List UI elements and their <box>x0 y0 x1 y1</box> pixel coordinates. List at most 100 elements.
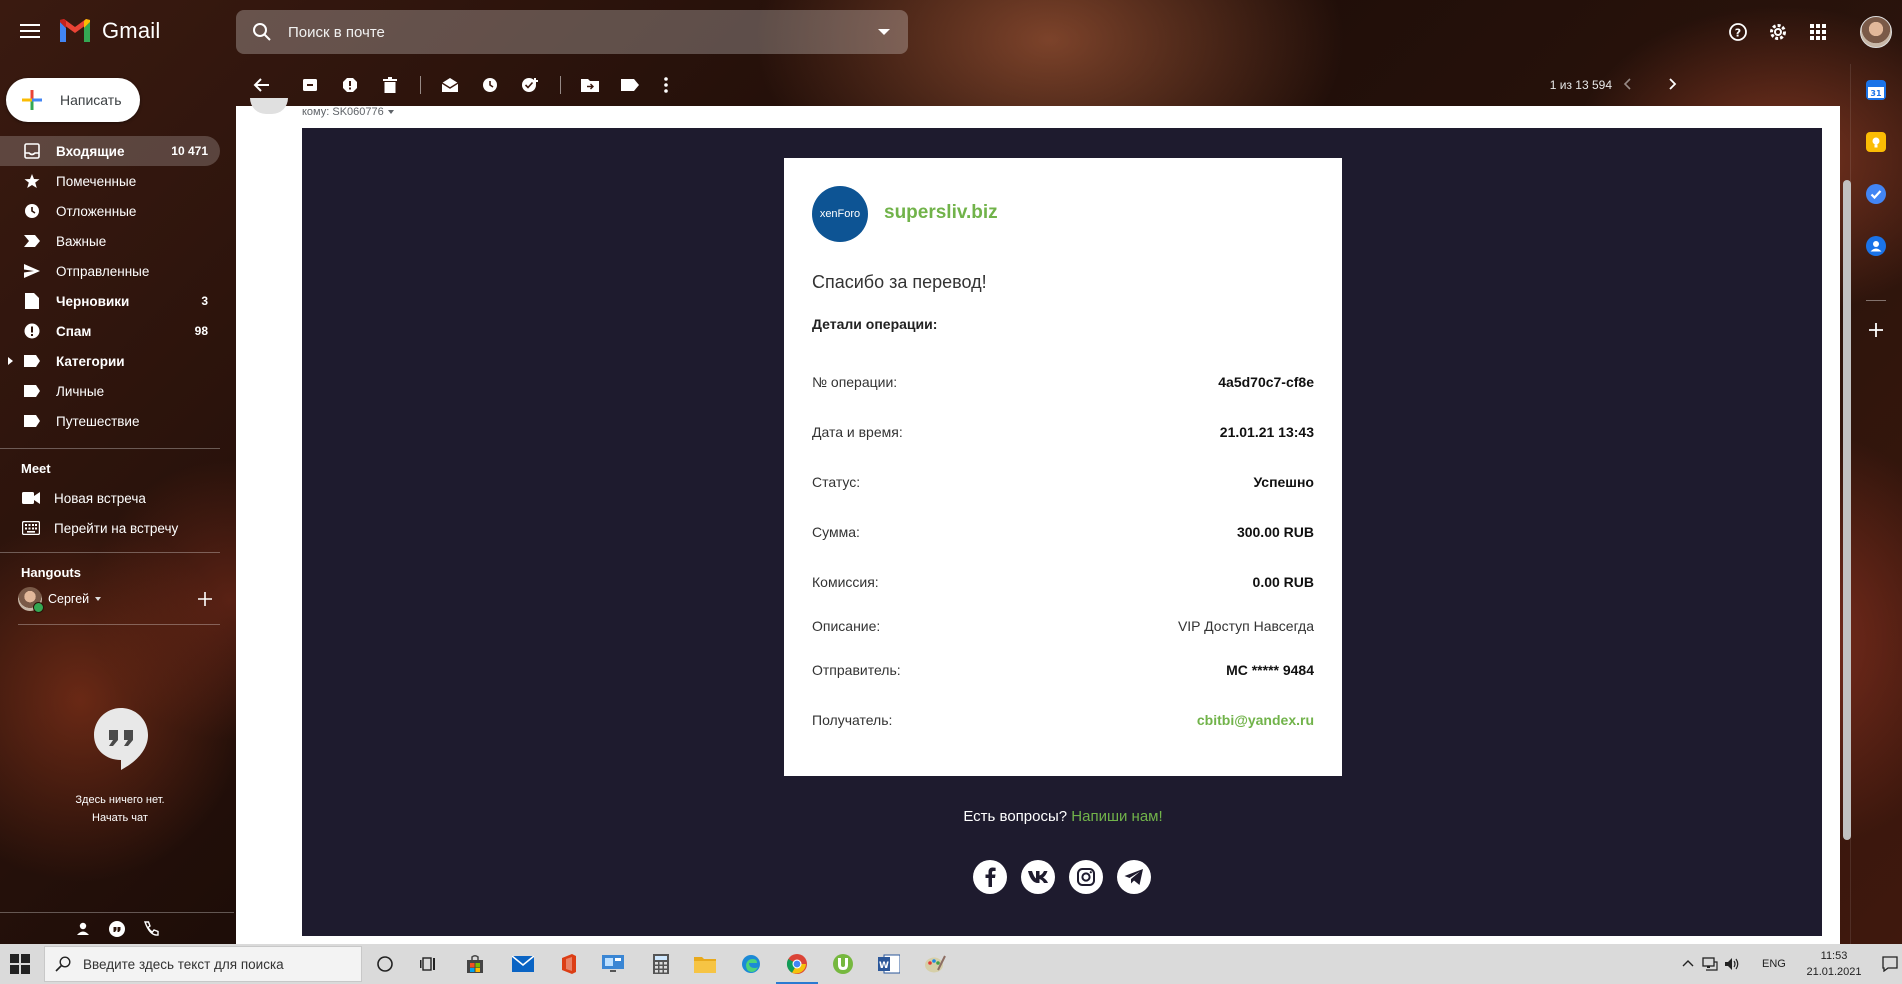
instagram-icon[interactable] <box>1069 860 1103 894</box>
input-language[interactable]: ENG <box>1762 958 1786 970</box>
svg-text:31: 31 <box>1870 89 1882 98</box>
main-menu-icon[interactable] <box>18 20 42 44</box>
edge-browser-icon[interactable] <box>738 952 764 976</box>
hangouts-user-name: Сергей <box>48 592 90 606</box>
compose-button[interactable]: Написать <box>6 78 140 122</box>
site-name-link[interactable]: supersliv.biz <box>884 202 998 224</box>
utorrent-icon[interactable] <box>830 952 856 976</box>
mail-app-icon[interactable] <box>510 952 536 976</box>
office-app-icon[interactable] <box>556 952 582 976</box>
taskbar-search-box[interactable]: Введите здесь текст для поиска <box>44 946 362 982</box>
sidebar-nav: Входящие 10 471 Помеченные Отложенные Ва… <box>0 136 220 436</box>
sidebar-item-snoozed[interactable]: Отложенные <box>0 196 220 226</box>
start-chat-link[interactable]: Начать чат <box>0 812 240 824</box>
store-app-icon[interactable] <box>462 952 488 976</box>
taskbar-search-placeholder: Введите здесь текст для поиска <box>83 956 284 972</box>
chrome-browser-icon[interactable] <box>776 952 818 984</box>
file-explorer-icon[interactable] <box>692 952 718 976</box>
report-spam-icon[interactable] <box>338 73 362 97</box>
task-view-icon[interactable] <box>416 952 442 976</box>
pager-text: 1 из 13 594 <box>1549 78 1612 92</box>
top-bar: Gmail ? <box>0 0 1902 64</box>
sidebar-item-starred[interactable]: Помеченные <box>0 166 220 196</box>
contact-prompt: Есть вопросы? Напиши нам! <box>784 808 1342 825</box>
label-tag-icon[interactable] <box>618 73 642 97</box>
vk-icon[interactable] <box>1021 860 1055 894</box>
sidebar-divider <box>18 624 220 625</box>
cortana-circle-icon[interactable] <box>372 952 398 976</box>
archive-icon[interactable] <box>298 73 322 97</box>
recipient-details[interactable]: кому: SK060776 <box>302 106 394 118</box>
windows-start-icon[interactable] <box>10 954 30 974</box>
keep-notes-app-icon[interactable] <box>1866 132 1886 152</box>
next-message-chevron-icon[interactable] <box>1662 74 1682 94</box>
new-meeting-item[interactable]: Новая встреча <box>22 484 146 512</box>
delete-trash-icon[interactable] <box>378 73 402 97</box>
remote-desktop-icon[interactable] <box>600 952 626 976</box>
calendar-app-icon[interactable]: 31 <box>1866 80 1886 100</box>
detail-row-recipient: Получатель: cbitbi@yandex.ru <box>812 712 1314 732</box>
apps-grid-icon[interactable] <box>1802 16 1834 48</box>
add-chat-plus-icon[interactable] <box>196 590 214 608</box>
clock[interactable]: 11:53 21.01.2021 <box>1794 948 1874 980</box>
sidebar-item-drafts[interactable]: Черновики 3 <box>0 286 220 316</box>
windows-taskbar: Введите здесь текст для поиска W ENG 11:… <box>0 944 1902 984</box>
search-options-icon[interactable] <box>878 29 890 35</box>
join-meeting-label: Перейти на встречу <box>54 520 179 536</box>
notifications-icon[interactable] <box>1882 956 1898 972</box>
hangouts-user[interactable]: Сергей <box>18 587 102 613</box>
operation-details-title: Детали операции: <box>812 316 938 332</box>
message-scrollbar[interactable] <box>1843 180 1851 840</box>
sidebar-item-travel[interactable]: Путешествие <box>0 406 220 436</box>
contacts-app-icon[interactable] <box>1866 236 1886 256</box>
back-arrow-icon[interactable] <box>250 73 274 97</box>
prev-message-chevron-icon[interactable] <box>1618 74 1638 94</box>
sidebar-item-sent[interactable]: Отправленные <box>0 256 220 286</box>
sidebar-item-personal[interactable]: Личные <box>0 376 220 406</box>
facebook-icon[interactable] <box>973 860 1007 894</box>
sidebar-item-categories[interactable]: Категории <box>0 346 220 376</box>
telegram-icon[interactable] <box>1117 860 1151 894</box>
hangouts-section-title: Hangouts <box>21 565 81 580</box>
join-meeting-item[interactable]: Перейти на встречу <box>22 514 178 542</box>
expand-caret-icon[interactable] <box>8 357 13 365</box>
detail-value: 21.01.21 13:43 <box>1219 424 1314 440</box>
help-icon[interactable]: ? <box>1722 16 1754 48</box>
contact-us-link[interactable]: Напиши нам! <box>1071 808 1162 825</box>
more-options-icon[interactable] <box>654 73 678 97</box>
paint-app-icon[interactable] <box>922 952 948 976</box>
show-hidden-icons-chevron-icon[interactable] <box>1682 958 1694 970</box>
phone-call-icon[interactable] <box>142 920 160 938</box>
sidebar-item-inbox[interactable]: Входящие 10 471 <box>0 136 220 166</box>
detail-row-description: Описание: VIP Доступ Навсегда <box>812 618 1314 638</box>
add-to-tasks-icon[interactable] <box>518 73 542 97</box>
recipient-email-link[interactable]: cbitbi@yandex.ru <box>1197 712 1314 728</box>
snooze-clock-icon[interactable] <box>478 73 502 97</box>
calculator-app-icon[interactable] <box>648 952 674 976</box>
tasks-app-icon[interactable] <box>1866 184 1886 204</box>
send-icon <box>22 261 42 281</box>
questions-text: Есть вопросы? <box>963 808 1068 825</box>
mark-unread-icon[interactable] <box>438 73 462 97</box>
search-icon[interactable] <box>252 22 272 42</box>
volume-speaker-icon[interactable] <box>1724 957 1740 971</box>
gmail-logo-text: Gmail <box>102 18 161 43</box>
contacts-person-icon[interactable] <box>74 920 92 938</box>
hangouts-chat-icon[interactable] <box>108 920 126 938</box>
settings-gear-icon[interactable] <box>1762 16 1794 48</box>
account-avatar[interactable] <box>1860 16 1892 48</box>
svg-text:W: W <box>879 961 889 971</box>
compose-plus-icon <box>22 90 42 110</box>
search-input[interactable] <box>288 23 878 41</box>
detail-value: 4a5d70c7-cf8e <box>1218 374 1314 390</box>
sidebar-item-label: Важные <box>56 233 107 249</box>
important-marker-icon <box>22 231 42 251</box>
network-icon[interactable] <box>1702 957 1718 971</box>
clock-date: 21.01.2021 <box>1806 966 1862 978</box>
gmail-logo[interactable]: Gmail <box>58 18 160 44</box>
word-app-icon[interactable]: W <box>876 952 902 976</box>
sidebar-item-spam[interactable]: Спам 98 <box>0 316 220 346</box>
sidebar-item-important[interactable]: Важные <box>0 226 220 256</box>
get-addons-plus-icon[interactable] <box>1866 320 1886 340</box>
move-to-folder-icon[interactable] <box>578 73 602 97</box>
